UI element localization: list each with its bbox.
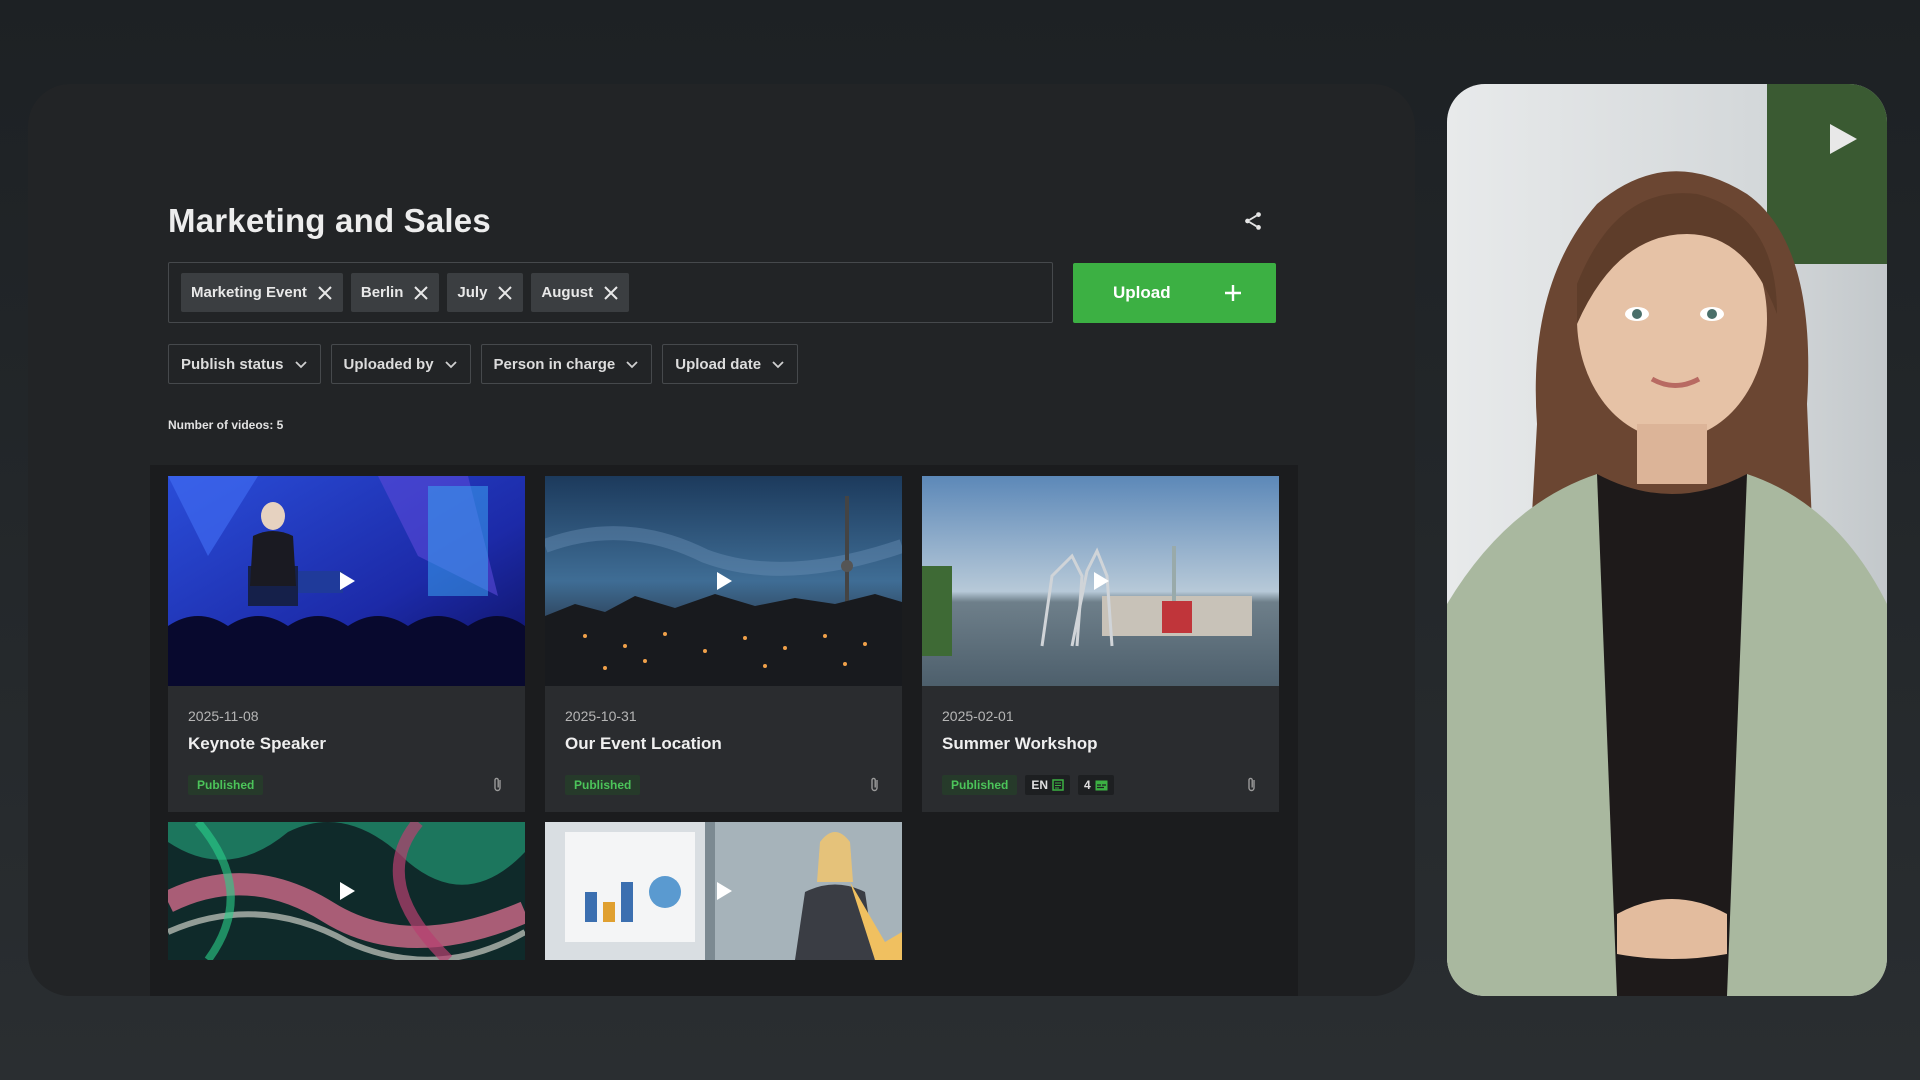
presenter-image bbox=[1447, 84, 1887, 996]
video-count: Number of videos: 5 bbox=[168, 418, 284, 432]
video-date: 2025-02-01 bbox=[942, 708, 1014, 724]
tag-label: July bbox=[457, 284, 488, 301]
filter-label: Uploaded by bbox=[343, 355, 434, 373]
upload-button[interactable]: Upload bbox=[1073, 263, 1276, 323]
close-icon[interactable] bbox=[497, 285, 513, 301]
video-card[interactable]: 2025-02-01 Summer Workshop Published EN … bbox=[922, 476, 1279, 812]
tag-label: Berlin bbox=[360, 284, 404, 301]
app-panel: Marketing and Sales Marketing Event Berl… bbox=[28, 84, 1415, 996]
video-card[interactable]: 2025-10-31 Our Event Location Published bbox=[545, 476, 902, 812]
tag-label: Marketing Event bbox=[191, 284, 307, 301]
filter-uploaded-by[interactable]: Uploaded by bbox=[330, 344, 471, 384]
play-icon bbox=[339, 572, 355, 590]
video-thumbnail[interactable] bbox=[168, 476, 525, 686]
subtitle-count: 4 bbox=[1084, 778, 1091, 792]
chevron-down-icon bbox=[294, 361, 307, 369]
video-thumbnail[interactable] bbox=[922, 476, 1279, 686]
tag-chip: July bbox=[447, 273, 524, 312]
video-title[interactable]: Our Event Location bbox=[565, 734, 722, 754]
video-card[interactable]: 2025-11-08 Keynote Speaker Published bbox=[168, 476, 525, 812]
share-button[interactable] bbox=[1238, 206, 1268, 236]
share-icon bbox=[1245, 212, 1261, 230]
status-badge: Published bbox=[188, 775, 264, 795]
video-badges: Published bbox=[188, 775, 264, 795]
tag-chip: Marketing Event bbox=[181, 273, 343, 312]
plus-icon bbox=[1225, 285, 1241, 301]
language-badge: EN bbox=[1025, 775, 1071, 795]
filter-label: Upload date bbox=[675, 355, 762, 373]
paperclip-icon[interactable] bbox=[1245, 776, 1259, 794]
filter-person-in-charge[interactable]: Person in charge bbox=[480, 344, 653, 384]
filter-publish-status[interactable]: Publish status bbox=[168, 344, 321, 384]
video-badges: Published EN 4 bbox=[942, 775, 1114, 795]
tag-chip: Berlin bbox=[350, 273, 440, 312]
tag-chip: August bbox=[531, 273, 630, 312]
close-icon[interactable] bbox=[317, 285, 333, 301]
chevron-down-icon bbox=[772, 361, 784, 369]
video-title[interactable]: Keynote Speaker bbox=[188, 734, 326, 754]
video-grid: 2025-11-08 Keynote Speaker Published 202… bbox=[150, 465, 1298, 996]
subtitles-icon bbox=[1095, 780, 1108, 790]
presenter-video bbox=[1447, 84, 1887, 996]
video-title[interactable]: Summer Workshop bbox=[942, 734, 1098, 754]
chevron-down-icon bbox=[626, 361, 638, 369]
video-badges: Published bbox=[565, 775, 641, 795]
video-thumbnail[interactable] bbox=[545, 822, 902, 960]
chevron-down-icon bbox=[444, 361, 457, 369]
paperclip-icon[interactable] bbox=[491, 776, 505, 794]
page-title: Marketing and Sales bbox=[168, 202, 491, 239]
video-date: 2025-11-08 bbox=[188, 708, 259, 724]
tag-label: August bbox=[541, 284, 594, 301]
filter-label: Publish status bbox=[181, 355, 284, 373]
language-label: EN bbox=[1031, 778, 1049, 792]
tag-filter-box[interactable]: Marketing Event Berlin July August bbox=[168, 262, 1053, 323]
status-badge: Published bbox=[942, 775, 1018, 795]
video-thumbnail[interactable] bbox=[168, 822, 525, 960]
video-date: 2025-10-31 bbox=[565, 708, 637, 724]
status-badge: Published bbox=[565, 775, 641, 795]
subtitle-badge: 4 bbox=[1078, 775, 1114, 795]
transcript-icon bbox=[1052, 779, 1064, 791]
close-icon[interactable] bbox=[603, 285, 619, 301]
play-icon bbox=[339, 882, 355, 900]
play-icon bbox=[716, 572, 732, 590]
close-icon[interactable] bbox=[413, 285, 429, 301]
paperclip-icon[interactable] bbox=[868, 776, 882, 794]
video-thumbnail[interactable] bbox=[545, 476, 902, 686]
filter-upload-date[interactable]: Upload date bbox=[662, 344, 799, 384]
filter-bar: Publish status Uploaded by Person in cha… bbox=[168, 344, 799, 384]
play-icon bbox=[1093, 572, 1109, 590]
upload-label: Upload bbox=[1113, 283, 1171, 302]
play-icon bbox=[716, 882, 732, 900]
filter-label: Person in charge bbox=[493, 355, 616, 373]
